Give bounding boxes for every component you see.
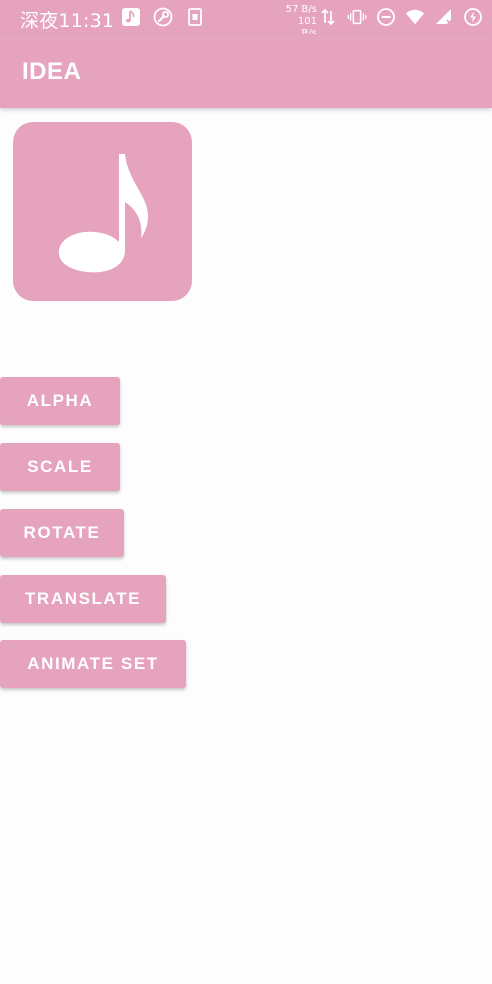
app-title: IDEA: [22, 58, 82, 85]
animated-image: [13, 122, 192, 301]
translate-button[interactable]: TRANSLATE: [0, 575, 166, 623]
do-not-disturb-icon: [376, 7, 396, 27]
status-left-icons: [121, 7, 205, 27]
status-time: 深夜11:31: [20, 10, 115, 32]
music-note-icon: [58, 154, 148, 273]
vibrate-icon: [347, 7, 367, 27]
battery-saver-icon: [463, 7, 483, 27]
status-bar: 深夜11:31 57 B/s 101: [0, 0, 492, 39]
status-right-icons: [318, 7, 483, 27]
wifi-icon: [405, 7, 425, 27]
animate-set-button[interactable]: ANIMATE SET: [0, 640, 186, 688]
net-speed-up: 57 B/s: [285, 4, 317, 15]
app-screen: 深夜11:31 57 B/s 101 IDEA ALPHA SCALE ROTA…: [0, 0, 492, 984]
data-transfer-icon: [318, 7, 338, 27]
scale-button[interactable]: SCALE: [0, 443, 120, 491]
app-bar: IDEA: [0, 34, 492, 108]
sim-card-icon: [185, 7, 205, 27]
music-note-icon: [121, 7, 141, 27]
signal-icon: [434, 7, 454, 27]
wrench-icon: [153, 7, 173, 27]
rotate-button[interactable]: ROTATE: [0, 509, 124, 557]
alpha-button[interactable]: ALPHA: [0, 377, 120, 425]
